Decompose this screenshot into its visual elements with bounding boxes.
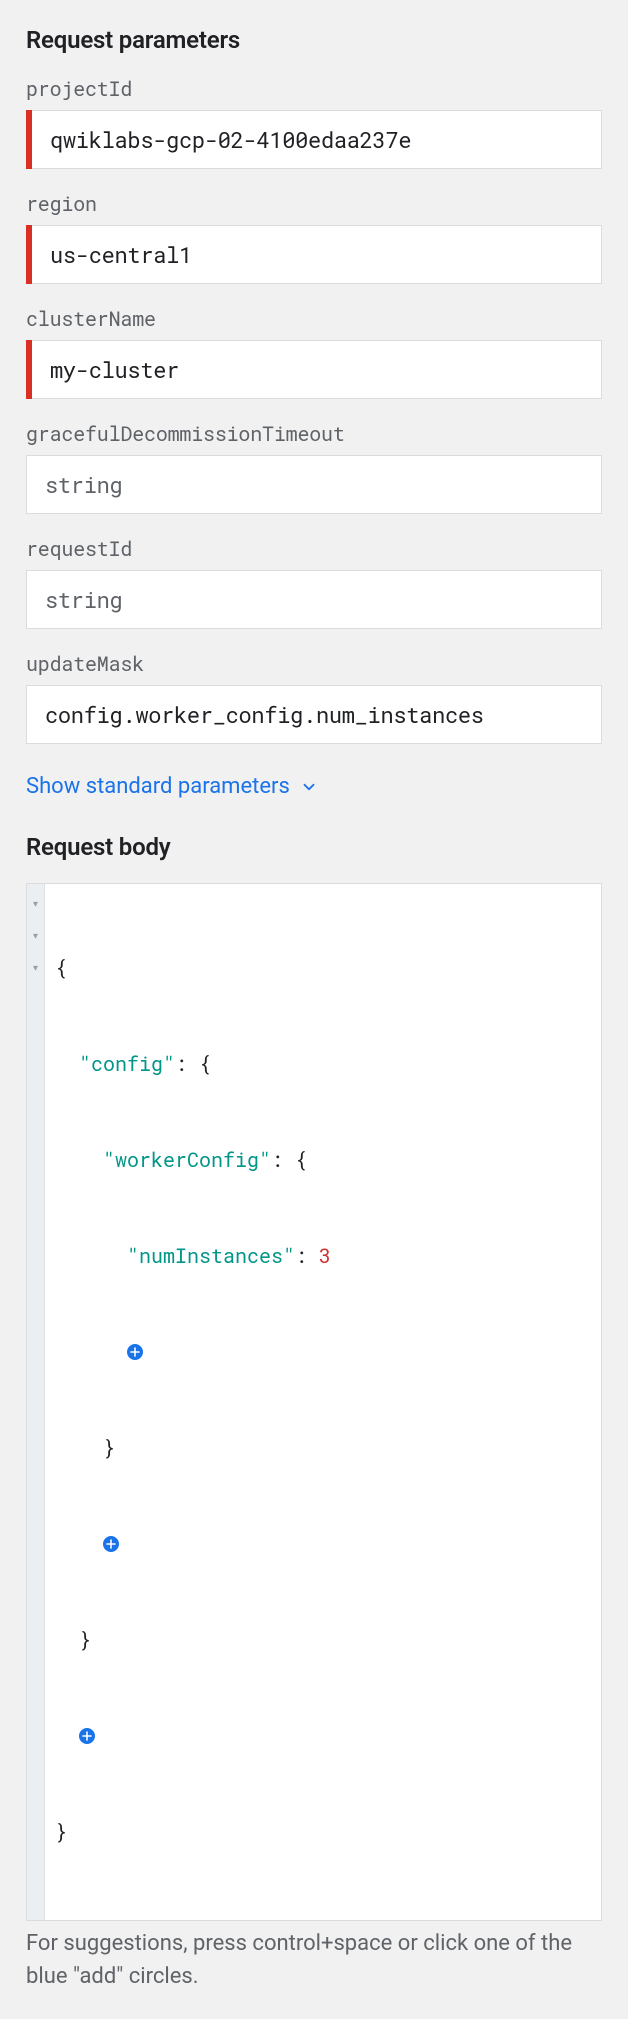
param-updateMask: updateMask [26, 651, 602, 744]
add-field-button[interactable] [127, 1344, 143, 1360]
add-field-button[interactable] [103, 1536, 119, 1552]
request-body-editor[interactable]: ▾ ▾ ▾ { "config": { "workerConfig": { "n… [26, 883, 602, 1921]
param-label-projectId: projectId [26, 76, 602, 102]
fold-marker-icon[interactable]: ▾ [27, 888, 44, 920]
param-label-updateMask: updateMask [26, 651, 602, 677]
json-key-workerConfig: "workerConfig" [103, 1144, 271, 1176]
param-clusterName: clusterName [26, 306, 602, 399]
fold-marker-icon[interactable]: ▾ [27, 952, 44, 984]
json-key-numInstances: "numInstances" [127, 1240, 295, 1272]
json-key-config: "config" [79, 1048, 175, 1080]
requestId-input[interactable] [26, 570, 602, 629]
param-projectId: projectId [26, 76, 602, 169]
param-gracefulDecommissionTimeout: gracefulDecommissionTimeout [26, 421, 602, 514]
param-region: region [26, 191, 602, 284]
gracefulDecommissionTimeout-input[interactable] [26, 455, 602, 514]
code-area[interactable]: { "config": { "workerConfig": { "numInst… [45, 884, 601, 1920]
add-field-button[interactable] [79, 1728, 95, 1744]
param-label-region: region [26, 191, 602, 217]
param-label-gracefulDecommissionTimeout: gracefulDecommissionTimeout [26, 421, 602, 447]
updateMask-input[interactable] [26, 685, 602, 744]
editor-gutter: ▾ ▾ ▾ [27, 884, 45, 1920]
request-body-heading: Request body [26, 833, 602, 861]
fold-marker-icon[interactable]: ▾ [27, 920, 44, 952]
show-standard-parameters-label: Show standard parameters [26, 774, 290, 799]
param-label-requestId: requestId [26, 536, 602, 562]
editor-hint-text: For suggestions, press control+space or … [26, 1927, 602, 1993]
chevron-down-icon [300, 778, 318, 796]
param-label-clusterName: clusterName [26, 306, 602, 332]
param-requestId: requestId [26, 536, 602, 629]
json-value-numInstances: 3 [319, 1240, 331, 1272]
show-standard-parameters-toggle[interactable]: Show standard parameters [26, 774, 318, 799]
clusterName-input[interactable] [32, 340, 602, 399]
region-input[interactable] [32, 225, 602, 284]
projectId-input[interactable] [32, 110, 602, 169]
request-parameters-heading: Request parameters [26, 26, 602, 54]
